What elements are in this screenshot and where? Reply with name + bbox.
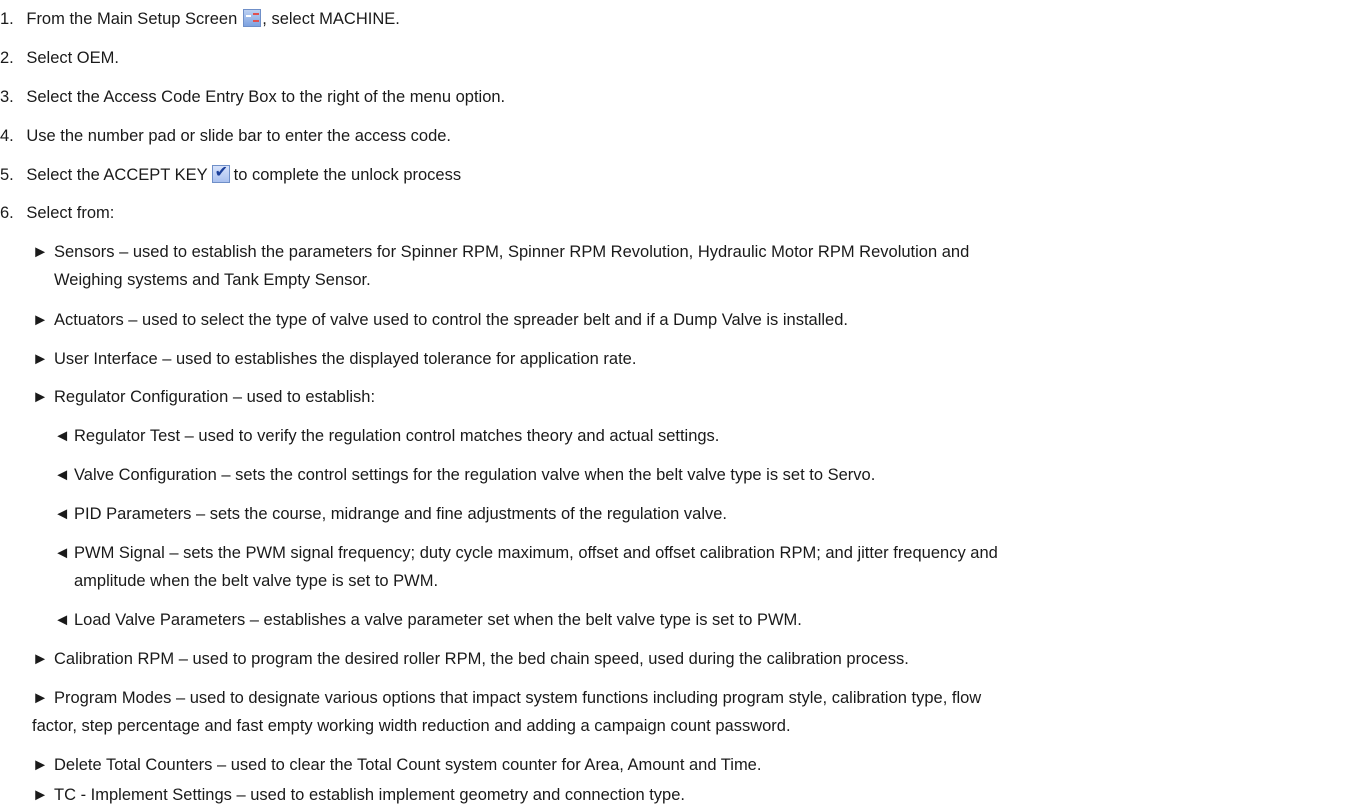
step-number: 1. xyxy=(0,10,14,28)
sub-pwm-signal: ◄ PWM Signal – sets the PWM signal freque… xyxy=(54,543,998,563)
bullet-text: Calibration RPM – used to program the de… xyxy=(54,650,909,668)
right-triangle-icon: ► xyxy=(32,756,49,774)
step-6: 6. Select from: xyxy=(0,203,114,223)
right-triangle-icon: ► xyxy=(32,311,49,329)
bullet-text: Actuators – used to select the type of v… xyxy=(54,311,848,329)
bullet-text: factor, step percentage and fast empty w… xyxy=(32,717,791,735)
right-triangle-icon: ► xyxy=(32,650,49,668)
sub-text: PWM Signal – sets the PWM signal frequen… xyxy=(74,544,998,562)
left-triangle-icon: ◄ xyxy=(54,427,71,445)
bullet-text: Sensors – used to establish the paramete… xyxy=(54,243,970,261)
step-text-end: to complete the unlock process xyxy=(233,166,462,184)
step-5: 5. Select the ACCEPT KEY to complete the … xyxy=(0,163,462,185)
step-text: Use the number pad or slide bar to enter… xyxy=(26,127,452,145)
sub-valve-config: ◄ Valve Configuration – sets the control … xyxy=(54,465,875,485)
left-triangle-icon: ◄ xyxy=(54,505,71,523)
sub-text: Valve Configuration – sets the control s… xyxy=(74,466,876,484)
bullet-text: User Interface – used to establishes the… xyxy=(54,350,637,368)
step-number: 3. xyxy=(0,88,14,106)
step-text: From the Main Setup Screen xyxy=(26,10,238,28)
step-4: 4. Use the number pad or slide bar to en… xyxy=(0,126,451,146)
right-triangle-icon: ► xyxy=(32,786,49,804)
sub-text: Regulator Test – used to verify the regu… xyxy=(74,427,720,445)
bullet-program-modes-cont: factor, step percentage and fast empty w… xyxy=(32,716,791,736)
sub-pid-parameters: ◄ PID Parameters – sets the course, midra… xyxy=(54,504,727,524)
bullet-sensors-cont: Weighing systems and Tank Empty Sensor. xyxy=(54,270,371,290)
step-number: 5. xyxy=(0,166,14,184)
left-triangle-icon: ◄ xyxy=(54,466,71,484)
left-triangle-icon: ◄ xyxy=(54,611,71,629)
bullet-text: TC - Implement Settings – used to establ… xyxy=(54,786,685,804)
bullet-text: Delete Total Counters – used to clear th… xyxy=(54,756,762,774)
sub-text: PID Parameters – sets the course, midran… xyxy=(74,505,728,523)
bullet-actuators: ► Actuators – used to select the type of … xyxy=(32,310,848,330)
step-1: 1. From the Main Setup Screen , select MA… xyxy=(0,9,400,29)
right-triangle-icon: ► xyxy=(32,243,49,261)
bullet-text: Regulator Configuration – used to establ… xyxy=(54,388,376,406)
bullet-program-modes: ► Program Modes – used to designate vario… xyxy=(32,688,981,708)
step-text: Select OEM. xyxy=(26,49,119,67)
instruction-document: 1. From the Main Setup Screen , select MA… xyxy=(0,0,1351,810)
step-number: 2. xyxy=(0,49,14,67)
bullet-user-interface: ► User Interface – used to establishes th… xyxy=(32,349,636,369)
step-text: Select the ACCEPT KEY xyxy=(26,166,208,184)
bullet-sensors: ► Sensors – used to establish the paramet… xyxy=(32,242,969,262)
step-text: Select from: xyxy=(26,204,115,222)
sub-regulator-test: ◄ Regulator Test – used to verify the reg… xyxy=(54,426,719,446)
accept-key-icon xyxy=(211,163,230,183)
bullet-text: Weighing systems and Tank Empty Sensor. xyxy=(54,271,371,289)
bullet-delete-counters: ► Delete Total Counters – used to clear t… xyxy=(32,755,761,775)
sub-text: Load Valve Parameters – establishes a va… xyxy=(74,611,802,629)
sub-text: amplitude when the belt valve type is se… xyxy=(74,572,439,590)
step-2: 2. Select OEM. xyxy=(0,48,119,68)
step-3: 3. Select the Access Code Entry Box to t… xyxy=(0,87,505,107)
sub-pwm-signal-cont: amplitude when the belt valve type is se… xyxy=(74,571,438,591)
step-text: Select the Access Code Entry Box to the … xyxy=(26,88,506,106)
bullet-text: Program Modes – used to designate variou… xyxy=(54,689,982,707)
left-triangle-icon: ◄ xyxy=(54,544,71,562)
bullet-tc-implement: ► TC - Implement Settings – used to estab… xyxy=(32,785,685,805)
right-triangle-icon: ► xyxy=(32,388,49,406)
right-triangle-icon: ► xyxy=(32,350,49,368)
sub-load-valve: ◄ Load Valve Parameters – establishes a v… xyxy=(54,610,802,630)
step-number: 4. xyxy=(0,127,14,145)
right-triangle-icon: ► xyxy=(32,689,49,707)
step-number: 6. xyxy=(0,204,14,222)
bullet-regulator-config: ► Regulator Configuration – used to estab… xyxy=(32,387,375,407)
step-text-end: , select MACHINE. xyxy=(262,10,400,28)
bullet-calibration-rpm: ► Calibration RPM – used to program the d… xyxy=(32,649,909,669)
main-setup-icon xyxy=(243,9,262,27)
